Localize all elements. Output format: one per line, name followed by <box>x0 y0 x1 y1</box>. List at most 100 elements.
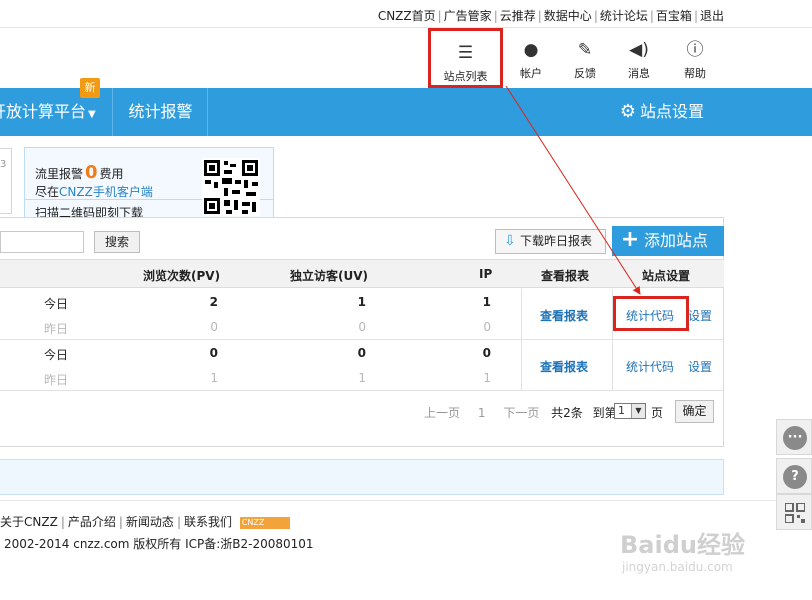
account-label: 帐户 <box>520 67 542 80</box>
yesterday-label: 昨日 <box>44 322 69 336</box>
footer-divider <box>0 500 812 501</box>
plus-icon: + <box>620 227 640 252</box>
yesterday-label: 昨日 <box>44 373 69 387</box>
chevron-down-icon: ▼ <box>631 404 645 418</box>
top-link-logout[interactable]: 退出 <box>700 9 724 23</box>
chat-bubble-icon: ··· <box>783 426 807 450</box>
site-setting-link[interactable]: 设置 <box>688 307 712 324</box>
top-link-toolbox[interactable]: 百宝箱 <box>656 9 692 23</box>
baidu-watermark-url: jingyan.baidu.com <box>622 560 733 574</box>
add-site-label: 添加站点 <box>644 231 709 250</box>
new-badge: 新 <box>80 78 100 98</box>
header-pv: 浏览次数(PV) <box>143 269 221 283</box>
separator: | <box>537 9 542 23</box>
gear-icon: ⚙ <box>619 101 636 122</box>
nav-site-settings[interactable]: ⚙ 站点设置 <box>620 88 704 136</box>
today-ip: 1 <box>482 295 491 309</box>
nav-bar: 开放计算平台▼ 统计报警 ⚙站点设置 <box>0 88 812 136</box>
header-ip: IP <box>479 267 493 281</box>
chat-float-button[interactable]: ··· <box>776 419 812 455</box>
promo-line1-suffix: 费用 <box>99 167 124 181</box>
column-divider <box>521 340 522 391</box>
nav-platform-label: 开放计算平台 <box>0 102 87 121</box>
list-icon: ☰ <box>457 43 474 63</box>
add-site-button[interactable]: + 添加站点 <box>612 226 724 256</box>
top-link-forum[interactable]: 统计论坛 <box>600 9 648 23</box>
nav-settings-label: 站点设置 <box>639 102 704 121</box>
download-icon: ⇩ <box>504 233 516 249</box>
separator: | <box>176 515 181 529</box>
search-input[interactable] <box>0 231 84 253</box>
copyright-text: 2002-2014 cnzz.com 版权所有 ICP备:浙B2-2008010… <box>4 537 314 551</box>
today-ip: 0 <box>482 346 491 360</box>
next-page-link[interactable]: 下一页 <box>503 406 539 420</box>
top-link-cloud-recommend[interactable]: 云推荐 <box>500 9 536 23</box>
help-icon: ⓘ <box>686 40 704 60</box>
left-stub-panel: 3 <box>0 148 12 214</box>
current-page: 1 <box>477 406 486 420</box>
top-link-ad-manager[interactable]: 广告管家 <box>444 9 492 23</box>
speaker-icon: ◀) <box>629 40 649 60</box>
cnzz-logo: CNZZ <box>239 516 290 529</box>
top-link-cnzz-home[interactable]: CNZZ首页 <box>378 9 436 23</box>
help-button[interactable]: ⓘ 帮助 <box>666 28 724 88</box>
top-bar: CNZZ首页 | 广告管家 | 云推荐 | 数据中心 | 统计论坛 | 百宝箱 | 退出 <box>0 0 812 28</box>
top-links: CNZZ首页 | 广告管家 | 云推荐 | 数据中心 | 统计论坛 | 百宝箱 | 退出 <box>378 7 724 24</box>
feedback-button[interactable]: ✎ 反馈 <box>556 28 614 88</box>
separator: | <box>593 9 598 23</box>
yesterday-ip: 0 <box>483 320 491 334</box>
download-yesterday-report-button[interactable]: ⇩ 下载昨日报表 <box>495 229 606 254</box>
promo-line2-prefix: 尽在 <box>35 185 60 199</box>
today-label: 今日 <box>44 297 69 311</box>
promo-line-2: 尽在CNZZ手机客户端 <box>35 183 153 200</box>
footer-link-news[interactable]: 新闻动态 <box>126 515 174 529</box>
page-select[interactable]: 1 ▼ <box>614 403 646 419</box>
separator: | <box>693 9 698 23</box>
prev-page-link[interactable]: 上一页 <box>424 406 460 420</box>
site-list-button[interactable]: ☰ 站点列表 <box>428 28 503 88</box>
separator: | <box>649 9 654 23</box>
qr-small-icon <box>785 503 805 523</box>
site-list-label: 站点列表 <box>443 70 488 83</box>
site-setting-link[interactable]: 设置 <box>688 358 712 375</box>
messages-button[interactable]: ◀) 消息 <box>610 28 668 88</box>
edit-icon: ✎ <box>577 40 593 60</box>
download-label: 下载昨日报表 <box>520 234 593 248</box>
header-uv: 独立访客(UV) <box>290 269 369 283</box>
footer-links: 关于CNZZ | 产品介绍 | 新闻动态 | 联系我们 CNZZ <box>0 513 290 530</box>
confirm-page-button[interactable]: 确定 <box>675 400 714 423</box>
nav-alert-label: 统计报警 <box>128 102 193 121</box>
search-button[interactable]: 搜索 <box>94 231 140 253</box>
header: ☰ 站点列表 ● 帐户 ✎ 反馈 ◀) 消息 ⓘ 帮助 <box>0 28 812 88</box>
qr-float-button[interactable] <box>776 494 812 530</box>
separator: | <box>118 515 123 529</box>
header-site-settings: 站点设置 <box>642 269 691 283</box>
view-report-link[interactable]: 查看报表 <box>540 358 588 375</box>
help-float-button[interactable]: ? <box>776 458 812 494</box>
qr-code-icon <box>202 158 260 216</box>
footer-link-products[interactable]: 产品介绍 <box>68 515 116 529</box>
today-label: 今日 <box>44 348 69 362</box>
yesterday-uv: 1 <box>358 371 366 385</box>
yesterday-pv: 1 <box>210 371 218 385</box>
view-report-link[interactable]: 查看报表 <box>540 307 588 324</box>
table-row: 今日 0 0 0 昨日 1 1 1 查看报表 统计代码 设置 <box>0 340 724 391</box>
total-count: 共2条 <box>551 406 583 420</box>
account-button[interactable]: ● 帐户 <box>502 28 560 88</box>
top-link-data-center[interactable]: 数据中心 <box>544 9 592 23</box>
today-pv: 0 <box>209 346 218 360</box>
today-pv: 2 <box>209 295 218 309</box>
page-select-value: 1 <box>618 404 625 417</box>
tracking-code-highlight-box <box>613 296 689 331</box>
nav-alert[interactable]: 统计报警 <box>114 88 208 136</box>
baidu-watermark: Baidu经验 <box>620 531 745 559</box>
notice-bar <box>0 459 724 495</box>
footer-link-about[interactable]: 关于CNZZ <box>0 515 58 529</box>
pagination: 上一页 1 下一页 共2条 到第 <box>424 404 617 421</box>
tracking-code-link[interactable]: 统计代码 <box>626 358 674 375</box>
page-unit-label: 页 <box>651 406 664 420</box>
footer-link-contact[interactable]: 联系我们 <box>184 515 232 529</box>
feedback-label: 反馈 <box>574 67 596 80</box>
question-icon: ? <box>783 465 807 489</box>
promo-app-link[interactable]: CNZZ手机客户端 <box>59 185 153 199</box>
